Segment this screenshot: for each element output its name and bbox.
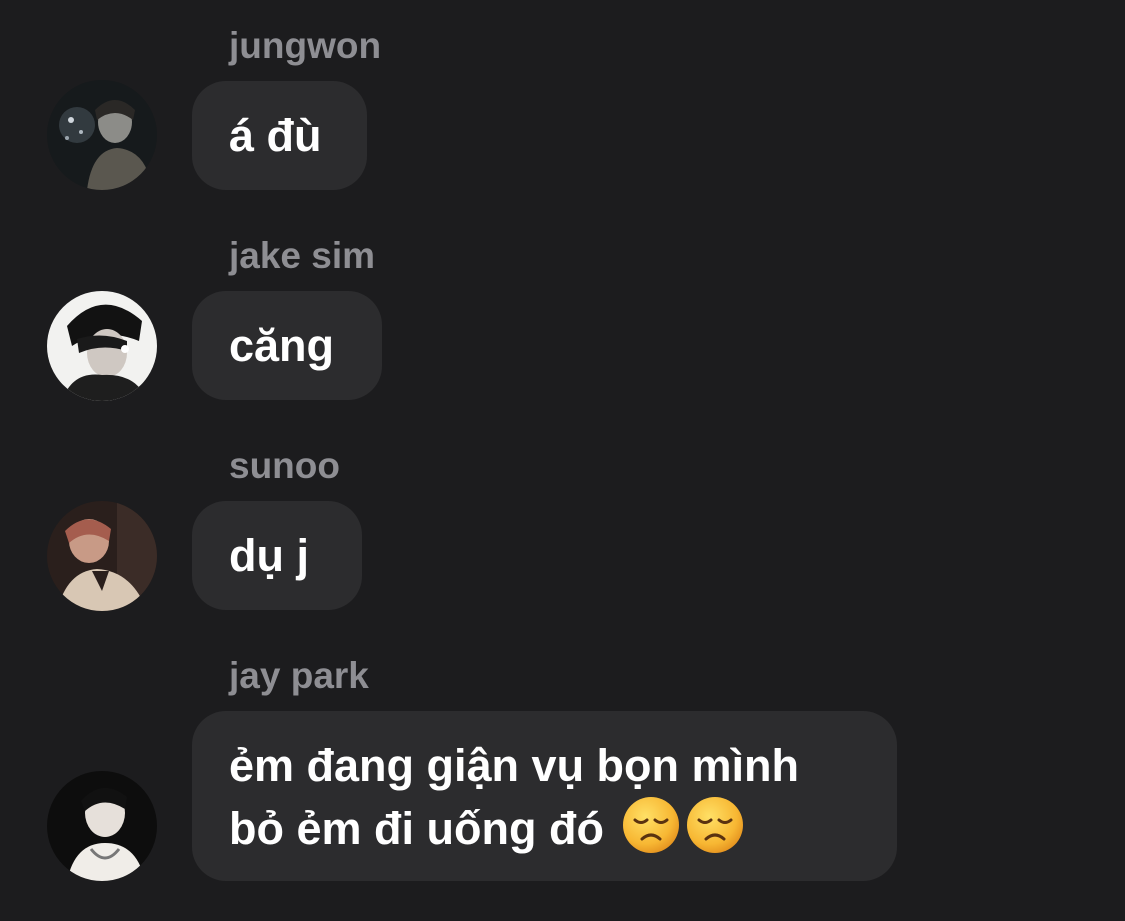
avatar-photo-jay-park <box>47 771 157 881</box>
disappointed-face-emoji-icon <box>686 797 743 853</box>
avatar[interactable] <box>47 291 157 401</box>
avatar-photo-jungwon <box>47 80 157 190</box>
message-text: dụ j <box>229 530 309 581</box>
avatar[interactable] <box>47 501 157 611</box>
message-bubble[interactable]: ẻm đang giận vụ bọn mình bỏ ẻm đi uống đ… <box>192 711 897 881</box>
sender-name: jake sim <box>229 235 376 276</box>
avatar[interactable] <box>47 80 157 190</box>
message-bubble[interactable]: á đù <box>192 81 367 190</box>
sender-name: sunoo <box>229 445 340 486</box>
message-bubble[interactable]: căng <box>192 291 382 400</box>
message-text: á đù <box>229 110 322 161</box>
message-text-line-with-emoji: bỏ ẻm đi uống đó <box>229 796 860 859</box>
message-bubble[interactable]: dụ j <box>192 501 362 610</box>
avatar[interactable] <box>47 771 157 881</box>
message-text: căng <box>229 320 335 371</box>
avatar-photo-jake-sim <box>47 291 157 401</box>
sender-name: jay park <box>229 655 369 696</box>
message-text-line: bỏ ẻm đi uống đó <box>229 803 604 854</box>
sender-name: jungwon <box>229 25 382 66</box>
message-text-line: ẻm đang giận vụ bọn mình <box>229 740 800 791</box>
avatar-photo-sunoo <box>47 501 157 611</box>
disappointed-face-emoji-icon <box>622 797 679 853</box>
group-chat: jungwon á đù jake sim căng sunoo dụ j ja… <box>0 0 1125 921</box>
